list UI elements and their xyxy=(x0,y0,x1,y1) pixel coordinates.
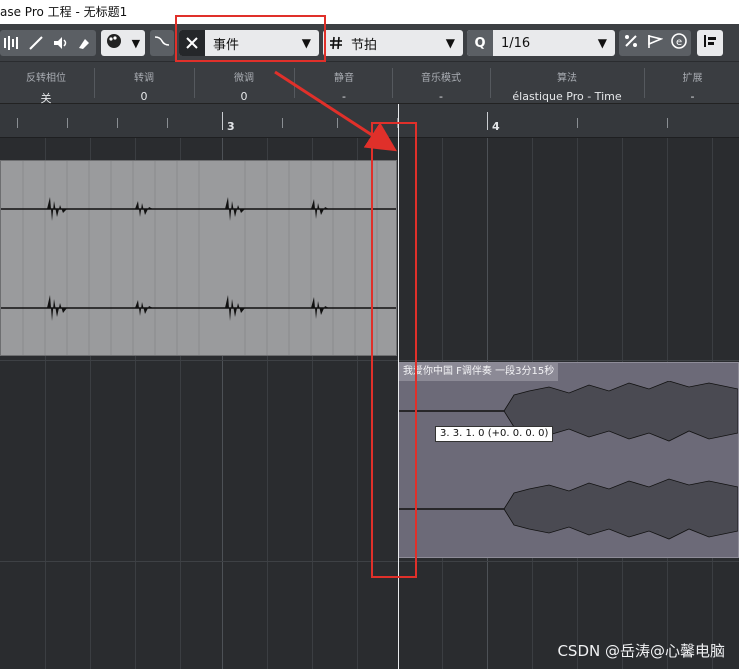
annotation-arrow xyxy=(274,70,398,152)
cubase-project-window: ase Pro 工程 - 无标题1 ▼ 事件 ▼ 节拍 ▼ Q 1/16 ▼ e… xyxy=(0,0,739,669)
watermark: CSDN @岳涛@心馨电脑 xyxy=(557,642,725,660)
